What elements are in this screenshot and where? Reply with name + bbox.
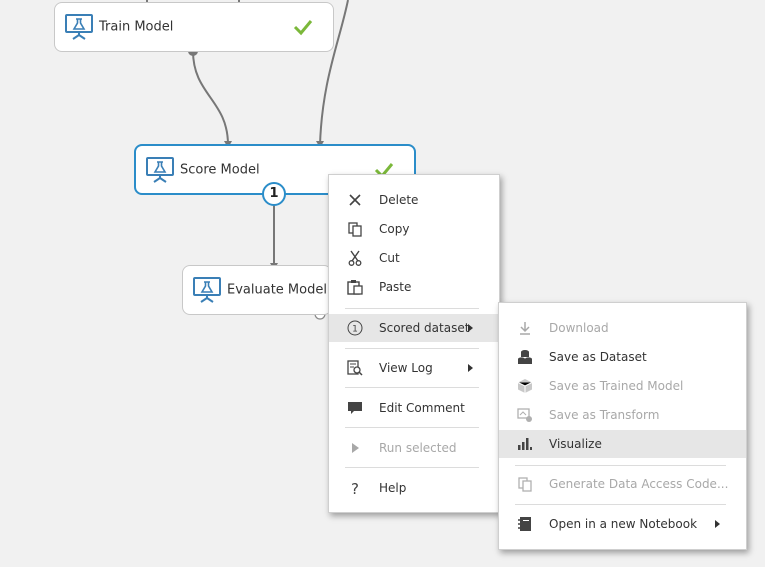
context-menu: Delete Copy Cut Paste 1 Scored dataset V… (328, 174, 500, 513)
run-icon (352, 443, 359, 453)
copy-icon (348, 222, 362, 237)
svg-text:1: 1 (352, 325, 358, 335)
module-label: Score Model (180, 162, 260, 177)
download-icon (520, 322, 530, 335)
menu-item-scored-dataset[interactable]: 1 Scored dataset (329, 314, 499, 342)
menu-item-label: Generate Data Access Code... (549, 477, 729, 491)
menu-separator (515, 465, 726, 466)
menu-separator (345, 308, 479, 309)
module-icon (193, 277, 221, 303)
menu-separator (345, 467, 479, 468)
cut-icon (348, 250, 362, 266)
submenu-arrow-icon (715, 520, 720, 528)
menu-item-label: Download (549, 321, 609, 335)
check-icon (293, 20, 313, 36)
generate-code-icon (518, 477, 532, 492)
menu-item-delete[interactable]: Delete (329, 186, 499, 214)
submenu-item-open-in-notebook[interactable]: Open in a new Notebook (499, 510, 746, 538)
menu-separator (345, 348, 479, 349)
menu-item-label: Run selected (379, 441, 457, 455)
view-log-icon (347, 360, 363, 376)
menu-item-label: Open in a new Notebook (549, 517, 698, 531)
menu-item-copy[interactable]: Copy (329, 215, 499, 243)
experiment-canvas[interactable]: Train Model Score Model 1 Evaluate Model… (0, 0, 765, 567)
menu-item-label: Edit Comment (379, 401, 465, 415)
menu-item-label: Save as Transform (549, 408, 660, 422)
submenu-item-save-as-trained-model[interactable]: Save as Trained Model (499, 372, 746, 400)
menu-item-label: View Log (379, 361, 433, 375)
paste-icon (347, 280, 363, 295)
menu-item-cut[interactable]: Cut (329, 244, 499, 272)
submenu-item-download[interactable]: Download (499, 314, 746, 342)
menu-item-run-selected[interactable]: Run selected (329, 434, 499, 462)
submenu-item-save-as-dataset[interactable]: Save as Dataset (499, 343, 746, 371)
menu-item-label: Visualize (549, 437, 602, 451)
trained-model-icon (517, 379, 533, 393)
module-icon (146, 156, 174, 183)
menu-separator (345, 427, 479, 428)
menu-item-label: Paste (379, 280, 412, 294)
delete-icon (349, 194, 361, 206)
comment-icon (348, 402, 362, 414)
submenu-item-save-as-transform[interactable]: Save as Transform (499, 401, 746, 429)
scored-dataset-submenu: Download Save as Dataset Save as Trained… (498, 302, 747, 550)
menu-separator (345, 387, 479, 388)
evaluate-model-module[interactable]: Evaluate Model (182, 265, 332, 315)
port-1-icon: 1 (347, 320, 363, 336)
notebook-icon (518, 517, 531, 531)
help-icon: ? (351, 480, 359, 496)
menu-item-view-log[interactable]: View Log (329, 354, 499, 382)
menu-item-label: Help (379, 481, 407, 495)
menu-item-label: Save as Trained Model (549, 379, 684, 393)
menu-separator (515, 504, 726, 505)
menu-item-edit-comment[interactable]: Edit Comment (329, 394, 499, 422)
score-output-port[interactable]: 1 (262, 182, 286, 206)
module-icon (65, 14, 93, 40)
transform-icon (517, 408, 532, 422)
dataset-icon (518, 350, 532, 364)
menu-item-help[interactable]: ? Help (329, 474, 499, 502)
menu-item-label: Save as Dataset (549, 350, 647, 364)
svg-text:?: ? (351, 480, 359, 496)
menu-item-label: Copy (379, 222, 410, 236)
submenu-arrow-icon (468, 364, 473, 372)
submenu-item-generate-data-access-code[interactable]: Generate Data Access Code... (499, 470, 746, 498)
visualize-icon (518, 438, 532, 450)
module-label: Train Model (99, 19, 174, 35)
menu-item-label: Scored dataset (379, 321, 470, 335)
train-model-module[interactable]: Train Model (54, 2, 334, 52)
connector-train-to-score (192, 50, 229, 146)
menu-item-label: Delete (379, 193, 419, 207)
submenu-item-visualize[interactable]: Visualize (499, 430, 746, 458)
menu-item-paste[interactable]: Paste (329, 273, 499, 301)
menu-item-label: Cut (379, 251, 400, 265)
module-label: Evaluate Model (227, 282, 327, 298)
submenu-arrow-icon (468, 324, 473, 332)
